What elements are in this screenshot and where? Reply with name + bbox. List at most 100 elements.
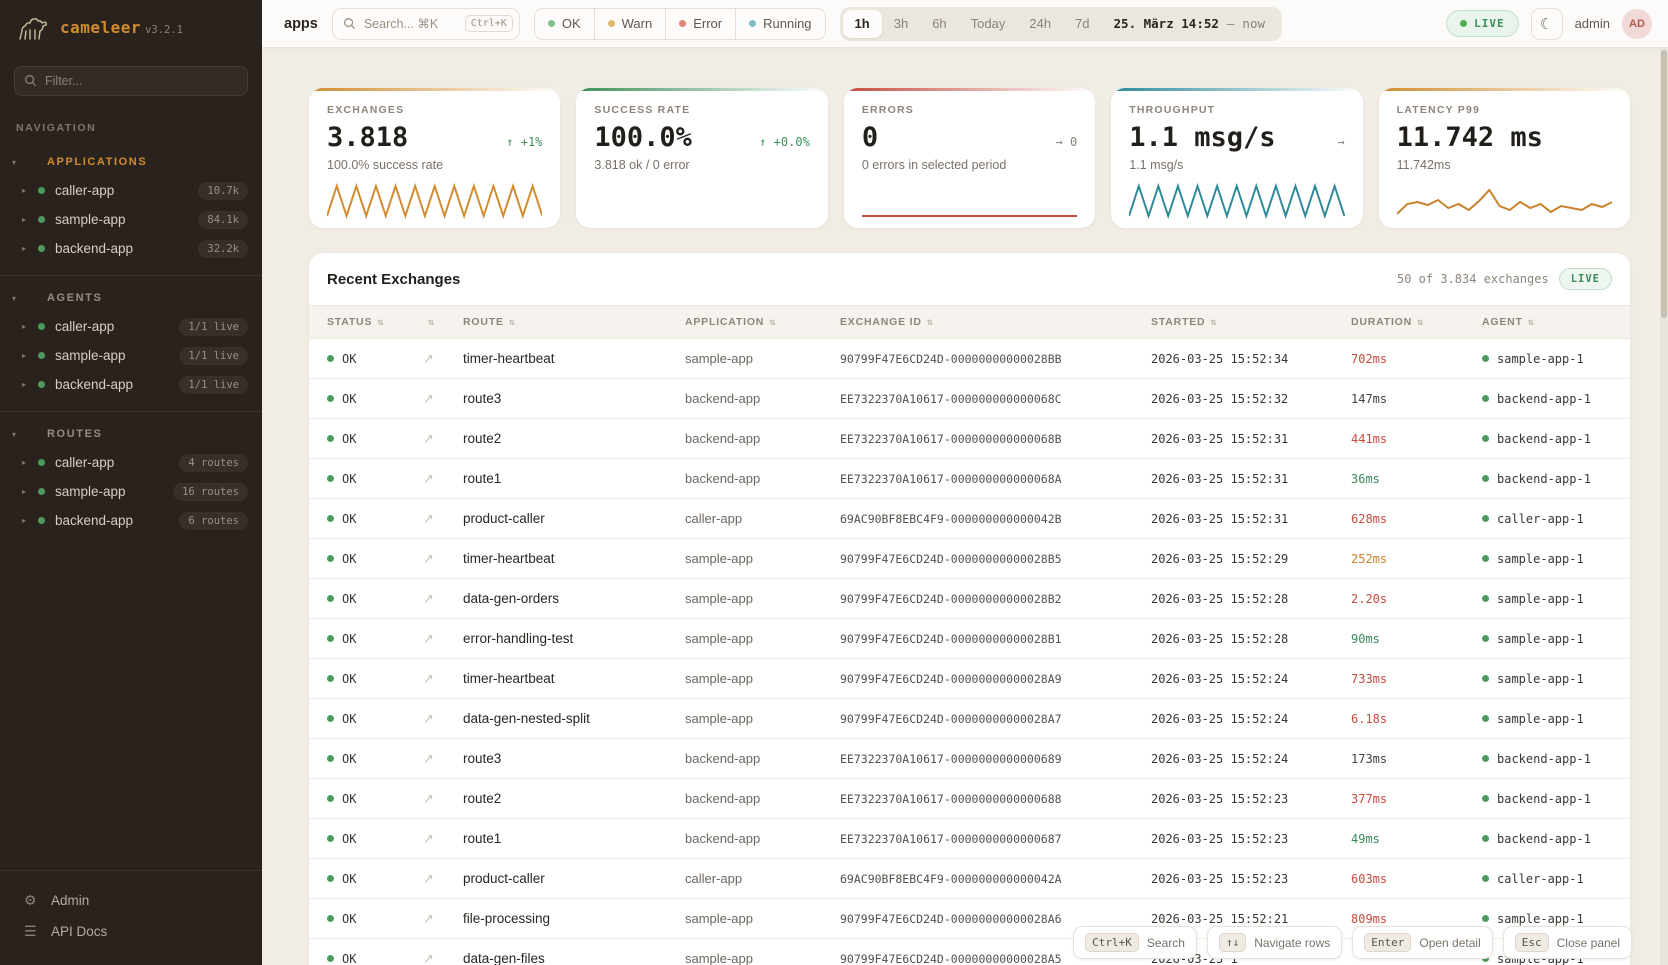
open-detail-icon[interactable]: ↗	[423, 391, 463, 407]
sidebar-section-header[interactable]: ▾ ROUTES	[0, 422, 262, 448]
started-cell: 2026-03-25 15:52:24	[1151, 712, 1351, 726]
chevron-right-icon[interactable]: ▸	[22, 380, 38, 389]
table-row[interactable]: OK ↗ route3 backend-app EE7322370A10617-…	[309, 739, 1630, 779]
column-header-exchange-id[interactable]: EXCHANGE ID ⇅	[840, 316, 1151, 328]
exchange-id-cell: 90799F47E6CD24D-00000000000028B5	[840, 552, 1151, 566]
sidebar-footer-label: Admin	[51, 893, 89, 908]
chevron-right-icon[interactable]: ▸	[22, 215, 38, 224]
time-range-1h[interactable]: 1h	[843, 10, 882, 38]
table-row[interactable]: OK ↗ route2 backend-app EE7322370A10617-…	[309, 779, 1630, 819]
status-dot-icon	[38, 488, 45, 495]
column-header-status[interactable]: STATUS ⇅	[327, 316, 423, 328]
duration-cell: 49ms	[1351, 832, 1482, 846]
time-range-24h[interactable]: 24h	[1017, 10, 1063, 38]
table-row[interactable]: OK ↗ route1 backend-app EE7322370A10617-…	[309, 459, 1630, 499]
table-row[interactable]: OK ↗ error-handling-test sample-app 9079…	[309, 619, 1630, 659]
chevron-right-icon[interactable]: ▸	[22, 186, 38, 195]
column-header-started[interactable]: STARTED ⇅	[1151, 316, 1351, 328]
started-cell: 2026-03-25 15:52:29	[1151, 552, 1351, 566]
stat-card-delta: ↑ +1%	[506, 135, 542, 149]
chevron-right-icon[interactable]: ▸	[22, 351, 38, 360]
sidebar-section-header[interactable]: ▾ AGENTS	[0, 286, 262, 312]
search-shortcut-chip: Ctrl+K	[465, 15, 513, 32]
column-header-open[interactable]: ⇅	[423, 317, 463, 328]
open-detail-icon[interactable]: ↗	[423, 951, 463, 965]
table-row[interactable]: OK ↗ timer-heartbeat sample-app 90799F47…	[309, 539, 1630, 579]
agent-dot-icon	[1482, 435, 1489, 442]
sidebar-item[interactable]: ▸ caller-app 4 routes	[0, 448, 262, 477]
status-filter-pill[interactable]: Warn	[595, 8, 667, 40]
table-row[interactable]: OK ↗ route2 backend-app EE7322370A10617-…	[309, 419, 1630, 459]
stat-card-delta: ↑ +0.0%	[759, 135, 810, 149]
table-row[interactable]: OK ↗ product-caller caller-app 69AC90BF8…	[309, 859, 1630, 899]
global-search-input[interactable]: Search... ⌘K Ctrl+K	[332, 8, 520, 40]
open-detail-icon[interactable]: ↗	[423, 431, 463, 447]
open-detail-icon[interactable]: ↗	[423, 351, 463, 367]
open-detail-icon[interactable]: ↗	[423, 511, 463, 527]
status-filter-pill[interactable]: Error	[666, 8, 736, 40]
open-detail-icon[interactable]: ↗	[423, 791, 463, 807]
route-cell: product-caller	[463, 871, 685, 886]
open-detail-icon[interactable]: ↗	[423, 831, 463, 847]
sidebar-item[interactable]: ▸ backend-app 1/1 live	[0, 370, 262, 399]
status-filter-pill[interactable]: OK	[534, 8, 595, 40]
status-filter-pill[interactable]: Running	[736, 8, 825, 40]
sidebar-item[interactable]: ▸ sample-app 16 routes	[0, 477, 262, 506]
sidebar-item[interactable]: ▸ backend-app 6 routes	[0, 506, 262, 535]
chevron-right-icon[interactable]: ▸	[22, 458, 38, 467]
table-row[interactable]: OK ↗ route1 backend-app EE7322370A10617-…	[309, 819, 1630, 859]
sidebar-item[interactable]: ▸ backend-app 32.2k	[0, 234, 262, 263]
sidebar-item-badge: 1/1 live	[179, 318, 248, 336]
sort-icon: ⇅	[1528, 317, 1535, 328]
table-row[interactable]: OK ↗ timer-heartbeat sample-app 90799F47…	[309, 659, 1630, 699]
column-header-agent[interactable]: AGENT ⇅	[1482, 316, 1630, 328]
sidebar-item[interactable]: ▸ sample-app 84.1k	[0, 205, 262, 234]
sidebar-item[interactable]: ▸ caller-app 10.7k	[0, 176, 262, 205]
agent-cell: backend-app-1	[1482, 752, 1630, 766]
theme-toggle-button[interactable]: ☾	[1531, 8, 1563, 40]
column-header-route[interactable]: ROUTE ⇅	[463, 316, 685, 328]
table-row[interactable]: OK ↗ timer-heartbeat sample-app 90799F47…	[309, 339, 1630, 379]
sidebar-item[interactable]: ▸ caller-app 1/1 live	[0, 312, 262, 341]
chevron-right-icon[interactable]: ▸	[22, 516, 38, 525]
sidebar-footer-item-api-docs[interactable]: ☰ API Docs	[16, 916, 246, 947]
open-detail-icon[interactable]: ↗	[423, 591, 463, 607]
time-range-today[interactable]: Today	[959, 10, 1018, 38]
time-range-6h[interactable]: 6h	[920, 10, 958, 38]
table-row[interactable]: OK ↗ data-gen-nested-split sample-app 90…	[309, 699, 1630, 739]
scrollbar-track[interactable]	[1660, 48, 1668, 965]
table-row[interactable]: OK ↗ data-gen-orders sample-app 90799F47…	[309, 579, 1630, 619]
column-header-duration[interactable]: DURATION ⇅	[1351, 316, 1482, 328]
open-detail-icon[interactable]: ↗	[423, 471, 463, 487]
live-badge[interactable]: LIVE	[1446, 10, 1519, 37]
open-detail-icon[interactable]: ↗	[423, 871, 463, 887]
chevron-right-icon[interactable]: ▸	[22, 487, 38, 496]
avatar[interactable]: AD	[1622, 9, 1652, 39]
sidebar-item[interactable]: ▸ sample-app 1/1 live	[0, 341, 262, 370]
open-detail-icon[interactable]: ↗	[423, 671, 463, 687]
open-detail-icon[interactable]: ↗	[423, 631, 463, 647]
sidebar-filter-input[interactable]	[14, 66, 248, 96]
sidebar-section-header[interactable]: ▾ APPLICATIONS	[0, 150, 262, 176]
route-cell: route1	[463, 831, 685, 846]
time-range-3h[interactable]: 3h	[882, 10, 920, 38]
chevron-right-icon[interactable]: ▸	[22, 244, 38, 253]
table-row[interactable]: OK ↗ product-caller caller-app 69AC90BF8…	[309, 499, 1630, 539]
live-badge-label: LIVE	[1474, 17, 1505, 30]
time-range-7d[interactable]: 7d	[1063, 10, 1101, 38]
stat-card-label: SUCCESS RATE	[594, 104, 809, 116]
sidebar-footer-item-admin[interactable]: ⚙ Admin	[16, 885, 246, 916]
open-detail-icon[interactable]: ↗	[423, 551, 463, 567]
open-detail-icon[interactable]: ↗	[423, 751, 463, 767]
table-row[interactable]: OK ↗ route3 backend-app EE7322370A10617-…	[309, 379, 1630, 419]
chevron-right-icon[interactable]: ▸	[22, 322, 38, 331]
sidebar-item-label: caller-app	[55, 455, 179, 470]
column-header-application[interactable]: APPLICATION ⇅	[685, 316, 840, 328]
status-filter-label: Error	[693, 16, 722, 31]
open-detail-icon[interactable]: ↗	[423, 911, 463, 927]
duration-cell: 90ms	[1351, 632, 1482, 646]
status-cell: OK	[327, 832, 423, 846]
open-detail-icon[interactable]: ↗	[423, 711, 463, 727]
sidebar-item-label: backend-app	[55, 377, 179, 392]
scrollbar-thumb[interactable]	[1661, 50, 1667, 318]
